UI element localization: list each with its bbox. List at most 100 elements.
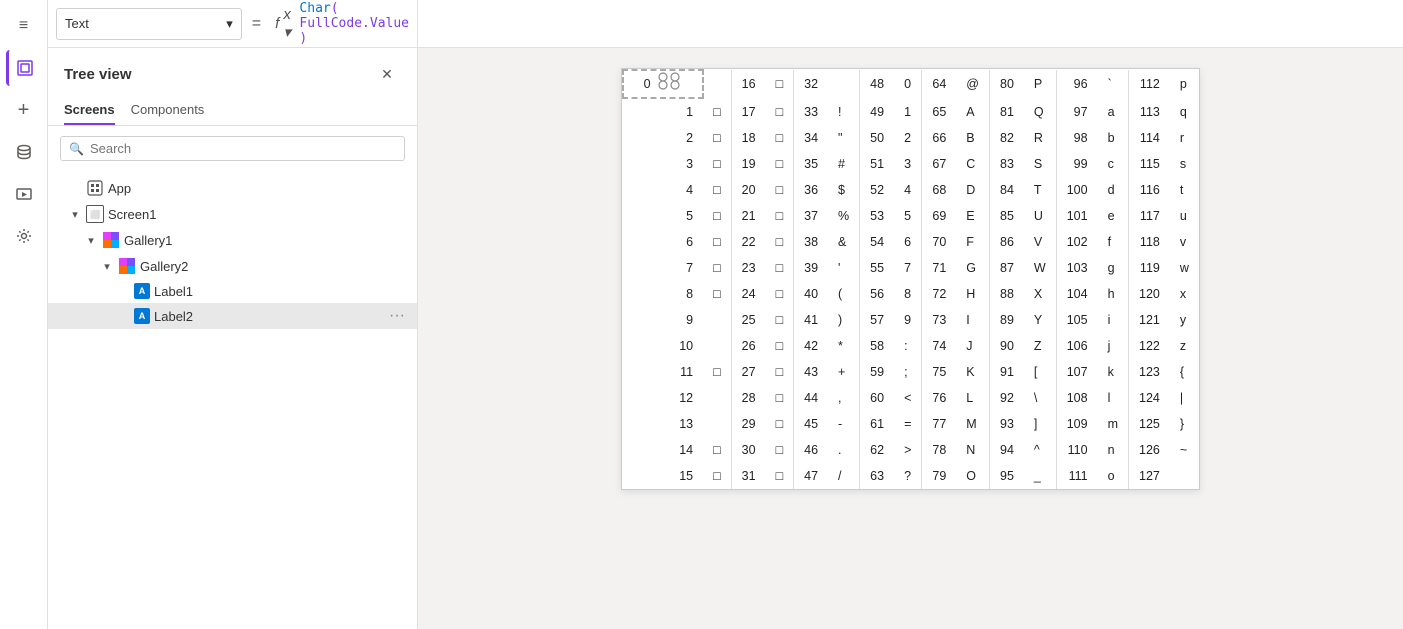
ascii-num: 69 <box>922 203 956 229</box>
ascii-num: 99 <box>1056 151 1097 177</box>
tree-item-screen1[interactable]: ▾ ⬜ Screen1 <box>48 201 417 227</box>
table-row: 1329□45-61=77M93]109m125} <box>623 411 1199 437</box>
ascii-num: 12 <box>623 385 703 411</box>
tree-item-label1[interactable]: A Label1 <box>48 279 417 303</box>
ascii-num: 54 <box>860 229 894 255</box>
ascii-char: ^ <box>1024 437 1056 463</box>
ascii-num: 21 <box>731 203 765 229</box>
ascii-num: 38 <box>794 229 828 255</box>
ascii-num: 29 <box>731 411 765 437</box>
tree-item-app[interactable]: App <box>48 175 417 201</box>
property-select[interactable]: Text ▾ <box>56 8 242 40</box>
ascii-num: 97 <box>1056 98 1097 125</box>
hamburger-icon[interactable]: ≡ <box>6 8 42 44</box>
ascii-num: 46 <box>794 437 828 463</box>
tree-item-gallery1[interactable]: ▾ Gallery1 <box>48 227 417 253</box>
ascii-char: E <box>956 203 989 229</box>
ascii-num: 75 <box>922 359 956 385</box>
ascii-num: 93 <box>990 411 1024 437</box>
tab-components[interactable]: Components <box>131 96 205 125</box>
ascii-char: W <box>1024 255 1056 281</box>
ascii-char: ; <box>894 359 922 385</box>
ascii-char: p <box>1170 70 1199 98</box>
ascii-char: M <box>956 411 989 437</box>
equals-symbol: = <box>246 15 267 33</box>
table-row: 0 16□3248064@80P96`112p <box>623 70 1199 98</box>
tree-item-label2[interactable]: A Label2 ··· <box>48 303 417 329</box>
ascii-num: 113 <box>1129 98 1170 125</box>
ascii-char: V <box>1024 229 1056 255</box>
media-icon[interactable] <box>6 176 42 212</box>
ascii-char: z <box>1170 333 1199 359</box>
ascii-char: ] <box>1024 411 1056 437</box>
ascii-char: Y <box>1024 307 1056 333</box>
table-row: 3□19□35#51367C83S99c115s <box>623 151 1199 177</box>
ascii-char: □ <box>766 307 794 333</box>
layers-icon[interactable] <box>6 50 42 86</box>
ascii-char: □ <box>766 437 794 463</box>
ascii-num: 44 <box>794 385 828 411</box>
search-box: 🔍 <box>60 136 405 161</box>
tree-tabs: Screens Components <box>48 88 417 126</box>
ascii-num: 100 <box>1056 177 1097 203</box>
ascii-num: 122 <box>1129 333 1170 359</box>
ascii-char: . <box>828 437 860 463</box>
ascii-num: 35 <box>794 151 828 177</box>
main-area: 0 16□3248064@80P96`112p1□17□33!49165A81Q… <box>418 0 1403 629</box>
formula-content[interactable]: Char( FullCode.Value ) <box>299 1 409 46</box>
ascii-num: 96 <box>1056 70 1097 98</box>
ascii-char: □ <box>703 281 731 307</box>
ascii-num: 8 <box>623 281 703 307</box>
tree-item-gallery2[interactable]: ▾ Gallery2 <box>48 253 417 279</box>
ascii-num: 63 <box>860 463 894 489</box>
ascii-char: □ <box>766 70 794 98</box>
search-input[interactable] <box>90 141 396 156</box>
ascii-num: 20 <box>731 177 765 203</box>
ascii-char <box>703 333 731 359</box>
ascii-char: u <box>1170 203 1199 229</box>
ascii-char: - <box>828 411 860 437</box>
ascii-num: 126 <box>1129 437 1170 463</box>
ascii-char: C <box>956 151 989 177</box>
ascii-num: 40 <box>794 281 828 307</box>
ascii-num: 91 <box>990 359 1024 385</box>
ascii-char: □ <box>703 98 731 125</box>
ascii-num: 23 <box>731 255 765 281</box>
close-button[interactable]: ✕ <box>373 60 401 88</box>
ascii-num: 64 <box>922 70 956 98</box>
ascii-char: o <box>1098 463 1129 489</box>
ascii-char: 0 <box>894 70 922 98</box>
ascii-num: 111 <box>1056 463 1097 489</box>
ascii-num: 65 <box>922 98 956 125</box>
left-toolbar: ≡ + <box>0 0 48 629</box>
more-options-icon[interactable]: ··· <box>385 307 409 325</box>
ascii-num: 24 <box>731 281 765 307</box>
ascii-char: □ <box>766 333 794 359</box>
ascii-num: 120 <box>1129 281 1170 307</box>
ascii-char: P <box>1024 70 1056 98</box>
ascii-char: q <box>1170 98 1199 125</box>
ascii-num: 77 <box>922 411 956 437</box>
tab-screens[interactable]: Screens <box>64 96 115 125</box>
ascii-char: G <box>956 255 989 281</box>
ascii-char: a <box>1098 98 1129 125</box>
ascii-char: L <box>956 385 989 411</box>
ascii-num: 2 <box>623 125 703 151</box>
ascii-char: O <box>956 463 989 489</box>
plus-icon[interactable]: + <box>6 92 42 128</box>
ascii-num: 88 <box>990 281 1024 307</box>
ascii-char: Q <box>1024 98 1056 125</box>
settings-icon[interactable] <box>6 218 42 254</box>
ascii-num: 127 <box>1129 463 1170 489</box>
app-label: App <box>108 181 409 196</box>
ascii-num: 70 <box>922 229 956 255</box>
database-icon[interactable] <box>6 134 42 170</box>
ascii-char: k <box>1098 359 1129 385</box>
ascii-char <box>703 70 731 98</box>
table-row: 7□23□39'55771G87W103g119w <box>623 255 1199 281</box>
ascii-char: □ <box>703 437 731 463</box>
ascii-num: 57 <box>860 307 894 333</box>
formula-bar: Text ▾ = fx ▾ Char( FullCode.Value ) <box>48 0 417 48</box>
ascii-num: 74 <box>922 333 956 359</box>
ascii-num: 50 <box>860 125 894 151</box>
